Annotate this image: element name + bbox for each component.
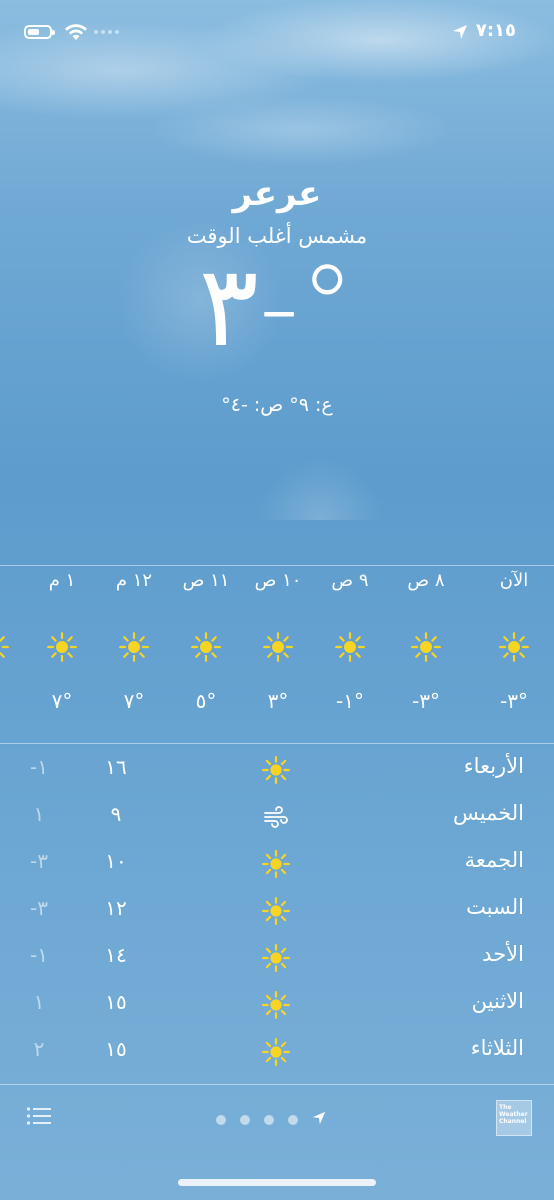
hourly-temperature: ٥° [195, 689, 217, 713]
daily-row: الثلاثاء ١٥ ٢ [0, 1028, 554, 1075]
daily-row: الخميس ٩ ١ [0, 793, 554, 840]
hourly-temperature: ٧° [51, 689, 73, 713]
hourly-temperature: -١° [336, 689, 364, 713]
daily-row: السبت ١٢ -٣ [0, 887, 554, 934]
hourly-item: ١١ ص ٥° [166, 566, 246, 713]
hourly-item: ٩ ص -١° [310, 566, 390, 713]
page-indicator[interactable] [216, 1110, 326, 1129]
sun-icon [262, 944, 290, 976]
day-name: السبت [466, 895, 524, 919]
page-dot[interactable] [288, 1114, 298, 1125]
cellular-signal-icon [94, 30, 119, 34]
day-name: الثلاثاء [470, 1036, 524, 1060]
hourly-forecast[interactable]: الآن -٣° ٨ ص -٣° ٩ ص -١° ١٠ ص ٣° ١١ ص ٥°… [0, 566, 554, 742]
hourly-time: ١ م [48, 570, 76, 591]
sun-icon [94, 632, 174, 662]
high-low-temperature: ع: ٩° ص: -٤° [221, 394, 333, 416]
hourly-item: الآن -٣° [474, 566, 554, 713]
sun-icon [262, 1038, 290, 1070]
hourly-temperature: ٨ [0, 689, 34, 713]
day-name: الجمعة [464, 848, 524, 872]
day-low-temperature: -١ [30, 755, 48, 779]
divider [0, 1084, 554, 1085]
footer-toolbar: The Weather Channel [0, 1096, 554, 1156]
hourly-temperature: ٧° [123, 689, 145, 713]
city-name: عرعر [232, 174, 322, 214]
wifi-icon [65, 24, 87, 40]
hourly-item: ١٢ م ٧° [94, 566, 174, 713]
hourly-time: ٩ ص [331, 570, 369, 591]
city-list-icon[interactable] [26, 1106, 52, 1126]
status-time: ٧:١٥ [475, 20, 516, 41]
daily-row: الأحد ١٤ -١ [0, 934, 554, 981]
sun-icon [22, 632, 102, 662]
hourly-item: ٨ ص -٣° [386, 566, 466, 713]
day-low-temperature: ٢ [33, 1037, 45, 1061]
daily-row: الجمعة ١٠ -٣ [0, 840, 554, 887]
sun-icon [262, 756, 290, 788]
daily-forecast: الأربعاء ١٦ -١ الخميس ٩ ١ الجمعة ١٠ -٣ ا… [0, 746, 554, 1075]
hourly-temperature: -٣° [412, 689, 440, 713]
sun-icon [0, 632, 34, 662]
sun-icon [262, 991, 290, 1023]
day-low-temperature: -٣ [30, 849, 48, 873]
day-high-temperature: ١٥ [105, 1037, 127, 1061]
hourly-item: ٢ ٨ [0, 566, 34, 713]
day-high-temperature: ١٠ [105, 849, 127, 873]
sun-icon [166, 632, 246, 662]
battery-level [28, 29, 39, 35]
hourly-time: الآن [499, 570, 529, 591]
hourly-temperature: -٣° [500, 689, 528, 713]
sun-icon [262, 897, 290, 929]
hourly-time: ٢ [0, 566, 34, 596]
divider [0, 743, 554, 744]
current-location-arrow-icon[interactable] [312, 1110, 326, 1129]
day-high-temperature: ١٥ [105, 990, 127, 1014]
hourly-temperature: ٣° [267, 689, 289, 713]
day-name: الخميس [452, 801, 524, 825]
day-high-temperature: ١٦ [105, 755, 127, 779]
sun-icon [262, 850, 290, 882]
day-name: الأحد [482, 942, 524, 966]
daily-row: الاثنين ١٥ ١ [0, 981, 554, 1028]
status-bar: ٧:١٥ [0, 0, 554, 64]
day-low-temperature: -٣ [30, 896, 48, 920]
hourly-item: ١٠ ص ٣° [238, 566, 318, 713]
day-name: الأربعاء [463, 754, 524, 778]
page-dot[interactable] [240, 1114, 250, 1125]
wind-icon [262, 803, 290, 835]
day-high-temperature: ٩ [110, 802, 122, 826]
day-high-temperature: ١٢ [105, 896, 127, 920]
hourly-time: ١١ ص [182, 570, 230, 591]
sun-icon [310, 632, 390, 662]
day-low-temperature: ١ [33, 990, 45, 1014]
sun-icon [474, 632, 554, 662]
day-low-temperature: ١ [33, 802, 45, 826]
day-name: الاثنين [471, 989, 524, 1013]
day-low-temperature: -١ [30, 943, 48, 967]
location-arrow-icon [453, 25, 467, 39]
day-high-temperature: ١٤ [105, 943, 127, 967]
daily-row: الأربعاء ١٦ -١ [0, 746, 554, 793]
home-indicator[interactable] [178, 1179, 376, 1186]
hourly-time: ٨ ص [407, 570, 445, 591]
hourly-time: ١٠ ص [254, 570, 302, 591]
weather-channel-logo[interactable]: The Weather Channel [496, 1100, 532, 1136]
battery-icon [24, 25, 55, 39]
sun-icon [386, 632, 466, 662]
current-temperature: ٣-° [198, 242, 356, 372]
page-dot[interactable] [264, 1114, 274, 1125]
sun-icon [238, 632, 318, 662]
page-dot[interactable] [216, 1114, 226, 1125]
hourly-item: ١ م ٧° [22, 566, 102, 713]
location-header: عرعر مشمس أغلب الوقت [0, 170, 554, 248]
hourly-time: ١٢ م [115, 570, 153, 591]
